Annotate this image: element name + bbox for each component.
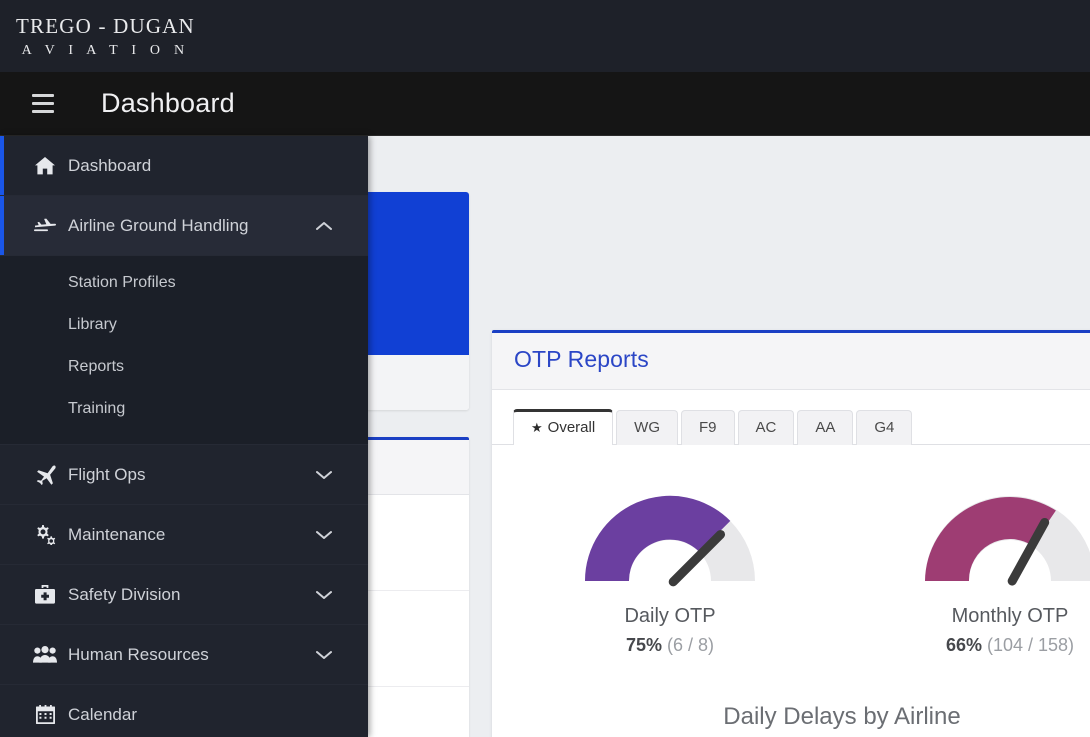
sidebar-item-calendar-label: Calendar	[68, 705, 137, 725]
sidebar-subitem-station-profiles[interactable]: Station Profiles	[0, 262, 368, 304]
monthly-otp-fraction: (104 / 158)	[987, 635, 1074, 655]
sidebar-item-flight-ops[interactable]: Flight Ops	[0, 445, 368, 505]
sidebar-item-dashboard[interactable]: Dashboard	[0, 136, 368, 196]
brand-bar: TREGO - DUGAN A V I A T I O N	[0, 0, 1090, 72]
plane-icon	[28, 465, 62, 485]
otp-reports-body: ★Overall WG F9 AC AA G4 Dai	[492, 390, 1090, 737]
otp-gauges: Daily OTP 75% (6 / 8) Monthly OTP	[492, 445, 1090, 656]
sidebar-item-airline-ground-handling[interactable]: Airline Ground Handling	[0, 196, 368, 256]
chevron-down-icon[interactable]	[316, 650, 332, 660]
tab-f9[interactable]: F9	[681, 410, 735, 445]
monthly-otp-gauge-icon	[915, 481, 1090, 593]
star-icon: ★	[531, 420, 543, 435]
daily-otp-value: 75% (6 / 8)	[626, 635, 714, 656]
sidebar-subitem-reports[interactable]: Reports	[0, 346, 368, 388]
otp-reports-title: OTP Reports	[514, 346, 1090, 373]
chevron-down-icon[interactable]	[316, 590, 332, 600]
sidebar-item-calendar[interactable]: Calendar	[0, 685, 368, 737]
gauge-daily-otp: Daily OTP 75% (6 / 8)	[520, 481, 820, 656]
hamburger-line	[32, 94, 54, 97]
chevron-down-icon[interactable]	[316, 470, 332, 480]
otp-reports-card: OTP Reports ★ Overall WG F9 AC AA G4	[492, 330, 1090, 737]
sidebar-item-safety-division-label: Safety Division	[68, 585, 180, 605]
gears-icon	[28, 525, 62, 545]
sidebar-item-safety-division[interactable]: Safety Division	[0, 565, 368, 625]
sidebar-item-airline-ground-handling-label: Airline Ground Handling	[68, 216, 249, 236]
home-icon	[28, 157, 62, 175]
gauge-monthly-otp: Monthly OTP 66% (104 / 158)	[860, 481, 1090, 656]
otp-tab-strip: ★ Overall WG F9 AC AA G4	[492, 390, 1090, 445]
medkit-icon	[28, 585, 62, 604]
sidebar-item-dashboard-label: Dashboard	[68, 156, 151, 176]
sidebar-submenu-airline-ground-handling: Station Profiles Library Reports Trainin…	[0, 256, 368, 445]
logo-line-2: A V I A T I O N	[16, 44, 195, 58]
sidebar-item-human-resources[interactable]: Human Resources	[0, 625, 368, 685]
sidebar: Dashboard Airline Ground Handling Statio…	[0, 136, 368, 737]
chevron-up-icon[interactable]	[316, 221, 332, 231]
chevron-down-icon[interactable]	[316, 530, 332, 540]
tab-wg[interactable]: WG	[616, 410, 678, 445]
tab-aa[interactable]: AA	[797, 410, 853, 445]
sidebar-item-maintenance-label: Maintenance	[68, 525, 165, 545]
daily-otp-label: Daily OTP	[624, 605, 715, 628]
logo-line-1: TREGO - DUGAN	[16, 16, 195, 37]
tab-overall[interactable]: ★ Overall	[513, 409, 613, 445]
company-logo[interactable]: TREGO - DUGAN A V I A T I O N	[16, 16, 195, 58]
daily-delays-chart-title: Daily Delays by Airline	[492, 703, 1090, 731]
page-title: Dashboard	[101, 88, 235, 119]
daily-otp-percent: 75%	[626, 635, 662, 655]
sidebar-item-maintenance[interactable]: Maintenance	[0, 505, 368, 565]
plane-departure-icon	[28, 218, 62, 234]
top-nav-bar: Dashboard	[0, 72, 1090, 136]
sidebar-item-human-resources-label: Human Resources	[68, 645, 209, 665]
users-icon	[28, 646, 62, 663]
sidebar-subitem-library[interactable]: Library	[0, 304, 368, 346]
otp-reports-header: OTP Reports	[492, 333, 1090, 390]
daily-otp-fraction: (6 / 8)	[667, 635, 714, 655]
monthly-otp-value: 66% (104 / 158)	[946, 635, 1074, 656]
calendar-icon	[28, 705, 62, 724]
sidebar-subitem-training[interactable]: Training	[0, 388, 368, 430]
tab-ac[interactable]: AC	[738, 410, 795, 445]
hamburger-line	[32, 110, 54, 113]
monthly-otp-percent: 66%	[946, 635, 982, 655]
hamburger-icon[interactable]	[32, 94, 54, 113]
hamburger-line	[32, 102, 54, 105]
tab-g4[interactable]: G4	[856, 410, 912, 445]
sidebar-item-flight-ops-label: Flight Ops	[68, 465, 145, 485]
daily-otp-gauge-icon	[575, 481, 765, 593]
monthly-otp-label: Monthly OTP	[952, 605, 1069, 628]
tab-overall-label: Overall	[548, 419, 596, 436]
